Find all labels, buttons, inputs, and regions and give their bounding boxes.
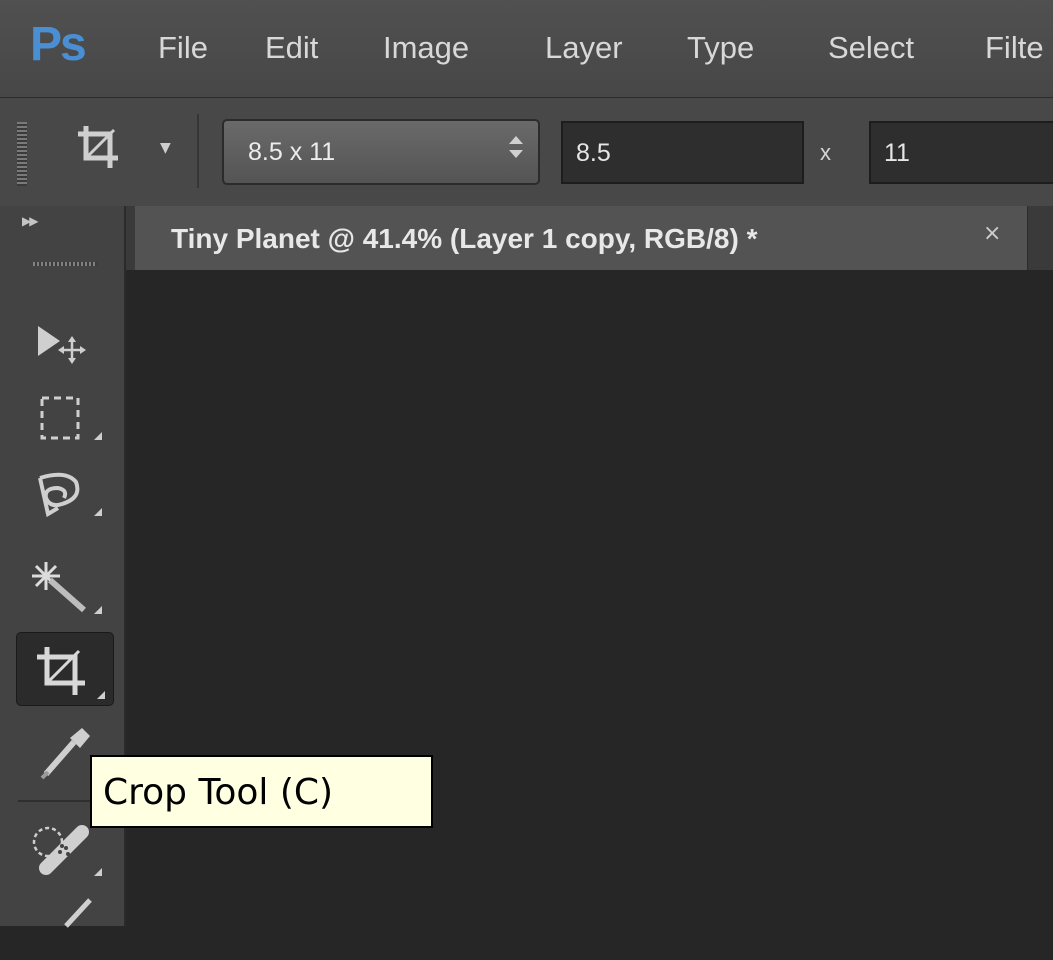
crop-height-value: 11 (884, 139, 910, 167)
lasso-tool[interactable] (16, 458, 114, 532)
menu-edit[interactable]: Edit (265, 28, 318, 68)
document-title: Tiny Planet @ 41.4% (Layer 1 copy, RGB/8… (171, 223, 758, 254)
crop-preset-value: 8.5 x 11 (248, 138, 336, 166)
rectangular-marquee-tool[interactable] (16, 382, 114, 456)
tools-panel-grip[interactable] (33, 262, 97, 266)
menu-filter[interactable]: Filte (985, 28, 1044, 68)
menu-type[interactable]: Type (687, 28, 754, 68)
menu-image[interactable]: Image (383, 28, 469, 68)
expand-panel-icon[interactable]: ▶▶ (22, 214, 39, 228)
options-bar-grip[interactable] (17, 122, 27, 186)
app-logo: Ps (30, 18, 87, 71)
move-tool[interactable] (16, 306, 114, 380)
brush-tool[interactable] (16, 886, 114, 960)
menu-select[interactable]: Select (828, 28, 914, 68)
magic-wand-tool[interactable] (16, 550, 114, 624)
menu-layer[interactable]: Layer (545, 28, 623, 68)
crop-icon[interactable] (74, 120, 122, 174)
options-separator (197, 114, 199, 188)
menu-file[interactable]: File (158, 28, 208, 68)
tooltip-text: Crop Tool (C) (103, 772, 334, 813)
crop-width-value: 8.5 (576, 139, 611, 167)
preset-stepper-icon[interactable] (507, 134, 525, 166)
tool-preset-dropdown-icon[interactable]: ▼ (160, 140, 171, 156)
close-tab-icon[interactable]: × (983, 221, 1001, 246)
dimension-separator: x (820, 140, 831, 165)
crop-tool[interactable] (16, 632, 114, 706)
